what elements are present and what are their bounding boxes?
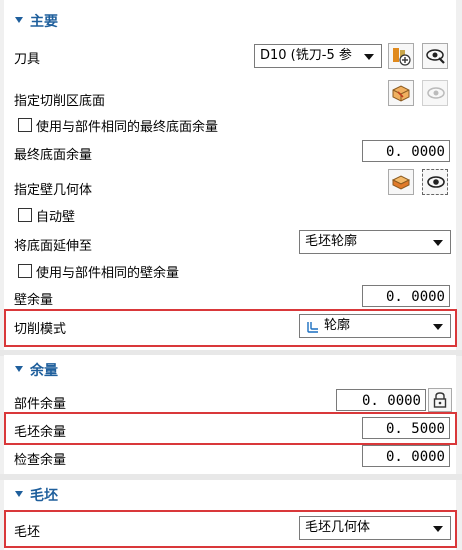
eye-icon [427, 87, 445, 99]
cut-pattern-label: 切削模式 [14, 322, 67, 337]
same-wall-stock-checkbox[interactable] [18, 264, 32, 278]
section-title-stock: 余量 [30, 363, 58, 379]
cut-pattern-select[interactable]: 轮廓 [299, 314, 451, 338]
edit-tool-button[interactable] [422, 43, 448, 69]
extend-floor-select-value: 毛坯轮廓 [305, 234, 358, 249]
part-stock-input[interactable]: 0. 0000 [336, 389, 426, 411]
floor-select-icon [392, 85, 410, 102]
blank-stock-input[interactable]: 0. 5000 [362, 417, 450, 439]
extend-floor-label: 将底面延伸至 [14, 239, 93, 254]
section-header-blank[interactable]: 毛坯 [4, 480, 456, 508]
check-stock-label: 检查余量 [14, 453, 67, 468]
section-title-blank: 毛坯 [30, 488, 58, 504]
show-wall-button[interactable] [422, 169, 448, 195]
blank-stock-label: 毛坯余量 [14, 425, 67, 440]
chevron-down-icon [433, 526, 443, 532]
auto-wall-checkbox[interactable] [18, 208, 32, 222]
final-floor-stock-input[interactable]: 0. 0000 [362, 140, 450, 162]
wall-select-icon [391, 175, 411, 190]
wall-stock-input[interactable]: 0. 0000 [362, 285, 450, 307]
chevron-down-icon [433, 240, 443, 246]
extend-floor-select[interactable]: 毛坯轮廓 [299, 230, 451, 254]
select-floor-button[interactable] [388, 80, 414, 106]
collapse-triangle-icon [15, 491, 23, 497]
section-header-stock[interactable]: 余量 [4, 355, 456, 383]
blank-select-value: 毛坯几何体 [305, 520, 371, 535]
same-floor-stock-checkbox[interactable] [18, 118, 32, 132]
wall-stock-label: 壁余量 [14, 293, 54, 308]
auto-wall-label: 自动壁 [36, 210, 76, 225]
tool-label: 刀具 [14, 52, 41, 67]
tool-add-icon [393, 48, 411, 66]
same-wall-stock-label: 使用与部件相同的壁余量 [36, 266, 180, 281]
final-floor-stock-label: 最终底面余量 [14, 148, 93, 163]
same-floor-stock-label: 使用与部件相同的最终底面余量 [36, 120, 219, 135]
tool-select-value: D10 (铣刀-5 参 [260, 48, 352, 63]
chevron-down-icon [433, 324, 443, 330]
section-header-main[interactable]: 主要 [4, 6, 456, 34]
tool-select[interactable]: D10 (铣刀-5 参 [254, 44, 382, 68]
collapse-triangle-icon [15, 17, 23, 23]
profile-pattern-icon [307, 322, 318, 333]
floor-label: 指定切削区底面 [14, 94, 106, 109]
lock-icon [433, 392, 447, 408]
section-title-main: 主要 [30, 14, 58, 30]
chevron-down-icon [364, 54, 374, 60]
eye-wrench-icon [426, 49, 445, 64]
blank-select[interactable]: 毛坯几何体 [299, 516, 451, 540]
check-stock-input[interactable]: 0. 0000 [362, 445, 450, 467]
part-stock-label: 部件余量 [14, 397, 67, 412]
collapse-triangle-icon [15, 366, 23, 372]
wall-geometry-label: 指定壁几何体 [14, 183, 93, 198]
select-wall-button[interactable] [388, 169, 414, 195]
lock-button[interactable] [428, 388, 452, 412]
blank-label: 毛坯 [14, 525, 41, 540]
eye-icon [427, 176, 445, 188]
new-tool-button[interactable] [388, 43, 414, 69]
show-floor-button[interactable] [422, 80, 448, 106]
cut-pattern-select-value: 轮廓 [324, 318, 351, 333]
